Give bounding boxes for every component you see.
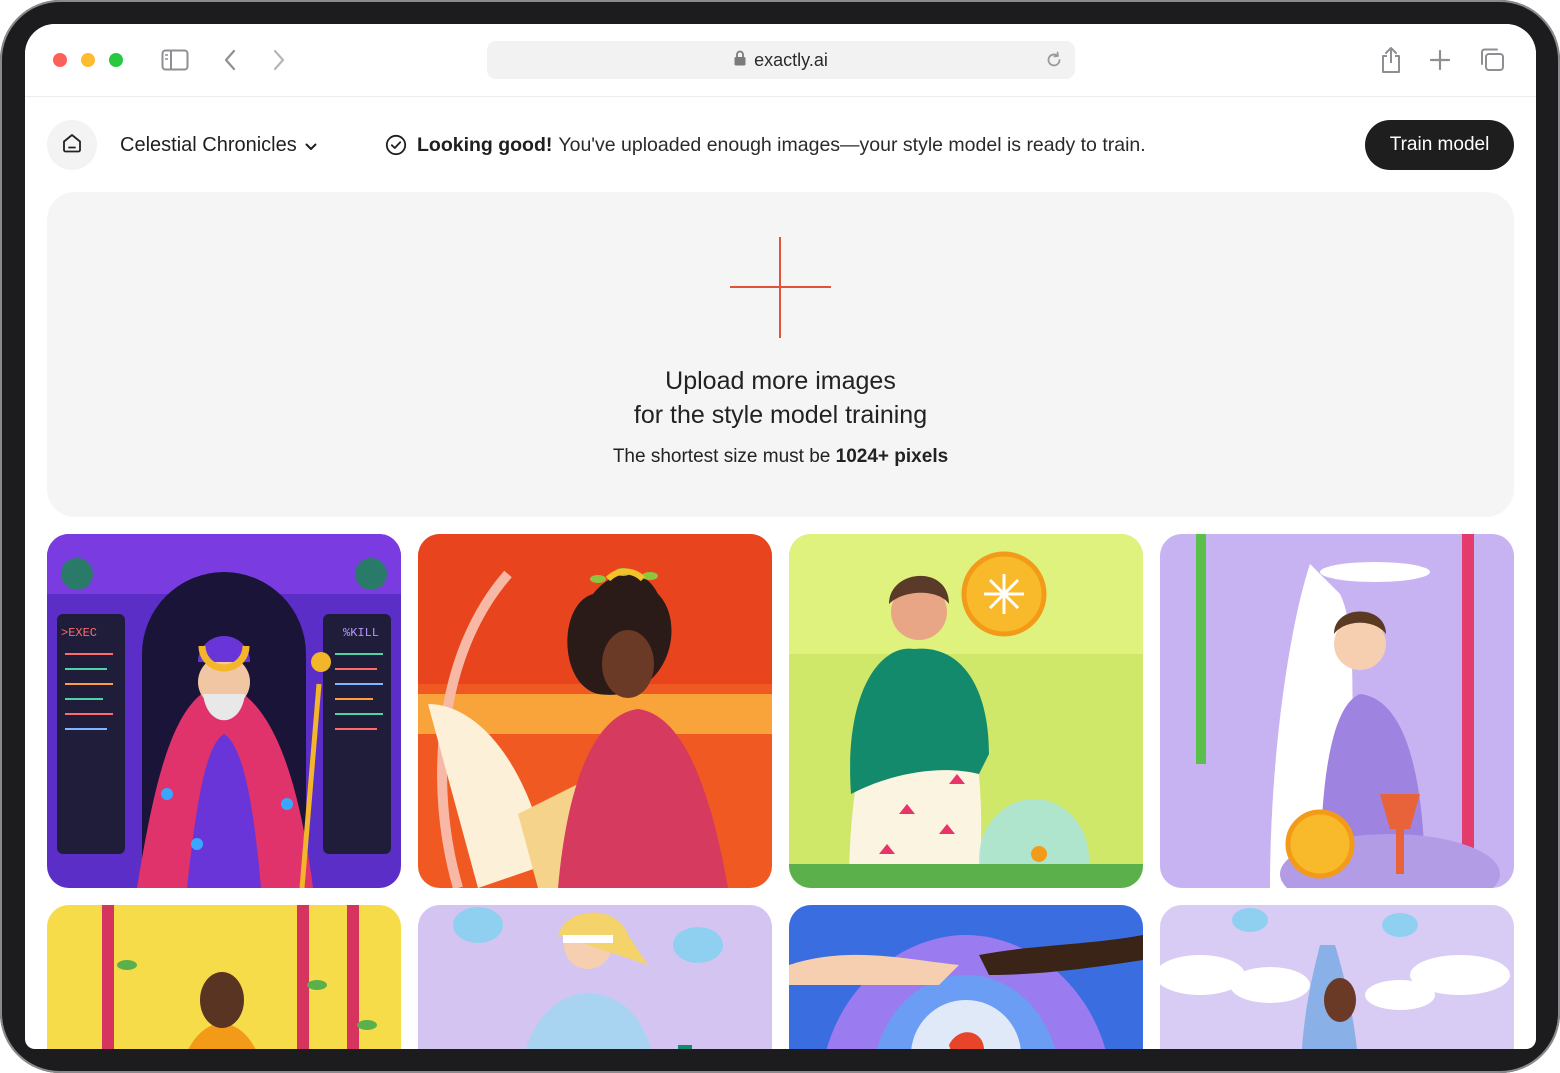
back-icon[interactable] (218, 44, 242, 76)
url-text: exactly.ai (754, 49, 828, 70)
gallery-image-coin-woman[interactable] (789, 534, 1143, 888)
chevron-down-icon (305, 134, 317, 157)
screen: exactly.ai Celestial Chronicles Looking … (25, 24, 1536, 1049)
exec-label: >EXEC (61, 626, 97, 640)
zoom-window-button[interactable] (109, 53, 123, 67)
upload-dropzone[interactable]: Upload more images for the style model t… (47, 192, 1514, 517)
share-icon[interactable] (1379, 44, 1403, 76)
gallery-image-tree-climb[interactable] (47, 905, 401, 1049)
check-circle-icon (385, 134, 407, 156)
sidebar-icon[interactable] (159, 44, 191, 76)
minimize-window-button[interactable] (81, 53, 95, 67)
train-model-button[interactable]: Train model (1365, 120, 1514, 170)
status-text: You've uploaded enough images—your style… (558, 133, 1146, 156)
kill-label: %KILL (343, 626, 379, 640)
tabs-overview-icon[interactable] (1477, 44, 1507, 76)
project-selector[interactable]: Celestial Chronicles (120, 131, 317, 159)
gallery-image-crown-woman[interactable] (418, 534, 772, 888)
upload-title-line1: Upload more images (665, 367, 896, 395)
upload-requirement: The shortest size must be 1024+ pixels (47, 446, 1514, 468)
gallery-image-cup-man[interactable] (1160, 534, 1514, 888)
requirement-value: 1024+ pixels (835, 446, 949, 467)
gallery-image-wizard[interactable]: >EXEC %KILL (47, 534, 401, 888)
new-tab-icon[interactable] (1428, 44, 1452, 76)
gallery-image-blindfold[interactable] (418, 905, 772, 1049)
status-message: Looking good! You've uploaded enough ima… (385, 131, 1146, 159)
device-frame: exactly.ai Celestial Chronicles Looking … (0, 0, 1560, 1073)
address-bar[interactable]: exactly.ai (487, 41, 1075, 79)
gallery-image-orb-hands[interactable] (789, 905, 1143, 1049)
plus-icon (730, 237, 831, 338)
status-bold: Looking good! (417, 133, 553, 156)
requirement-prefix: The shortest size must be (612, 446, 831, 467)
upload-title: Upload more images for the style model t… (47, 364, 1514, 432)
reload-icon[interactable] (1045, 51, 1063, 74)
close-window-button[interactable] (53, 53, 67, 67)
forward-icon[interactable] (267, 44, 291, 76)
home-button[interactable] (47, 120, 97, 170)
project-name: Celestial Chronicles (120, 133, 297, 156)
browser-toolbar: exactly.ai (25, 24, 1536, 97)
upload-title-line2: for the style model training (633, 401, 928, 429)
home-icon (61, 132, 83, 159)
gallery-image-cloud-figure[interactable] (1160, 905, 1514, 1049)
lock-icon (734, 50, 746, 71)
